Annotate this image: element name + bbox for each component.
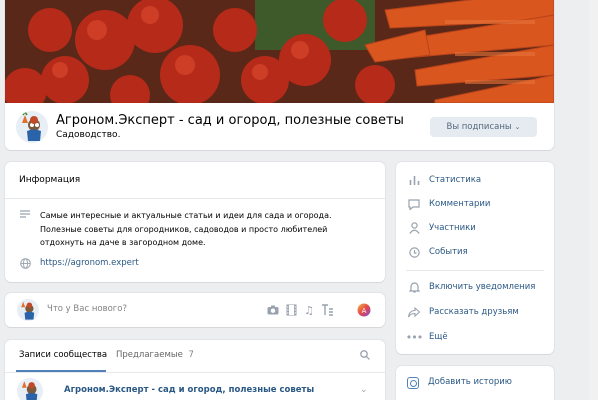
music-icon[interactable]: ♫ [302, 303, 316, 317]
tab-community-posts[interactable]: Записи сообщества [19, 350, 107, 360]
chevron-down-icon[interactable]: ⌄ [360, 385, 368, 395]
info-heading: Информация [19, 175, 81, 185]
composer-avatar [17, 299, 39, 321]
bell-icon [408, 281, 420, 293]
share-icon [408, 306, 420, 318]
menu-label: Ещё [429, 332, 448, 342]
website-link[interactable]: https://agronom.expert [40, 258, 139, 268]
search-icon[interactable] [360, 350, 370, 363]
menu-item-notifications[interactable]: Включить уведомления [396, 275, 554, 299]
group-avatar[interactable] [16, 111, 48, 143]
members-icon [408, 222, 420, 234]
menu-label: Рассказать друзьям [429, 307, 519, 317]
tab-suggested[interactable]: Предлагаемые 7 [116, 350, 194, 360]
info-panel: Информация Самые интересные и актуальные… [5, 162, 385, 282]
text-lines-icon [20, 209, 30, 222]
stats-icon [408, 174, 420, 186]
subscribed-label: Вы подписаны [446, 122, 512, 132]
menu-label: Статистика [429, 175, 482, 185]
menu-item-more[interactable]: ••• Ещё [396, 325, 554, 349]
cover-image [5, 0, 554, 103]
add-story-panel[interactable]: Добавить историю [396, 366, 554, 400]
menu-label: Включить уведомления [429, 282, 536, 292]
menu-item-share[interactable]: Рассказать друзьям [396, 300, 554, 324]
events-icon [408, 246, 420, 258]
group-description: Самые интересные и актуальные статьи и и… [40, 211, 332, 247]
group-actions-menu: Статистика Комментарии Участники События… [396, 162, 554, 354]
film-icon[interactable] [284, 303, 298, 317]
add-story-label: Добавить историю [428, 377, 512, 387]
menu-item-statistics[interactable]: Статистика [396, 168, 554, 192]
composer-placeholder[interactable]: Что у Вас нового? [47, 304, 127, 314]
tab-label: Предлагаемые [116, 350, 183, 360]
menu-label: Участники [429, 223, 476, 233]
instagram-icon [407, 377, 419, 389]
tab-label: Записи сообщества [19, 350, 108, 360]
chevron-down-icon: ⌄ [514, 123, 521, 131]
group-category: Садоводство. [56, 130, 121, 140]
divider [5, 372, 385, 373]
menu-item-comments[interactable]: Комментарии [396, 192, 554, 216]
camera-icon[interactable] [266, 303, 280, 317]
wall-section: Записи сообщества Предлагаемые 7 Агроном… [5, 340, 385, 400]
group-header: Агроном.Эксперт - сад и огород, полезные… [5, 0, 554, 150]
menu-label: События [429, 247, 468, 257]
post-author-avatar[interactable] [17, 378, 43, 400]
subscribed-button[interactable]: Вы подписаны ⌄ [430, 117, 537, 137]
menu-label: Комментарии [429, 199, 491, 209]
post-composer[interactable]: Что у Вас нового? ♫ A [5, 293, 385, 327]
poster-icon[interactable]: A [357, 303, 371, 317]
tab-count: 7 [188, 350, 194, 360]
page-scrollbar[interactable] [589, 0, 598, 400]
post-author-link[interactable]: Агроном.Эксперт - сад и огород, полезные… [64, 385, 314, 395]
menu-item-events[interactable]: События [396, 240, 554, 264]
globe-icon [20, 258, 31, 272]
divider [406, 270, 544, 271]
comment-icon [408, 198, 420, 210]
divider [5, 198, 385, 199]
more-icon: ••• [405, 330, 423, 344]
svg-text:A: A [362, 307, 367, 315]
menu-item-members[interactable]: Участники [396, 216, 554, 240]
group-title: Агроном.Эксперт - сад и огород, полезные… [56, 113, 404, 128]
text-format-icon[interactable] [320, 303, 334, 317]
